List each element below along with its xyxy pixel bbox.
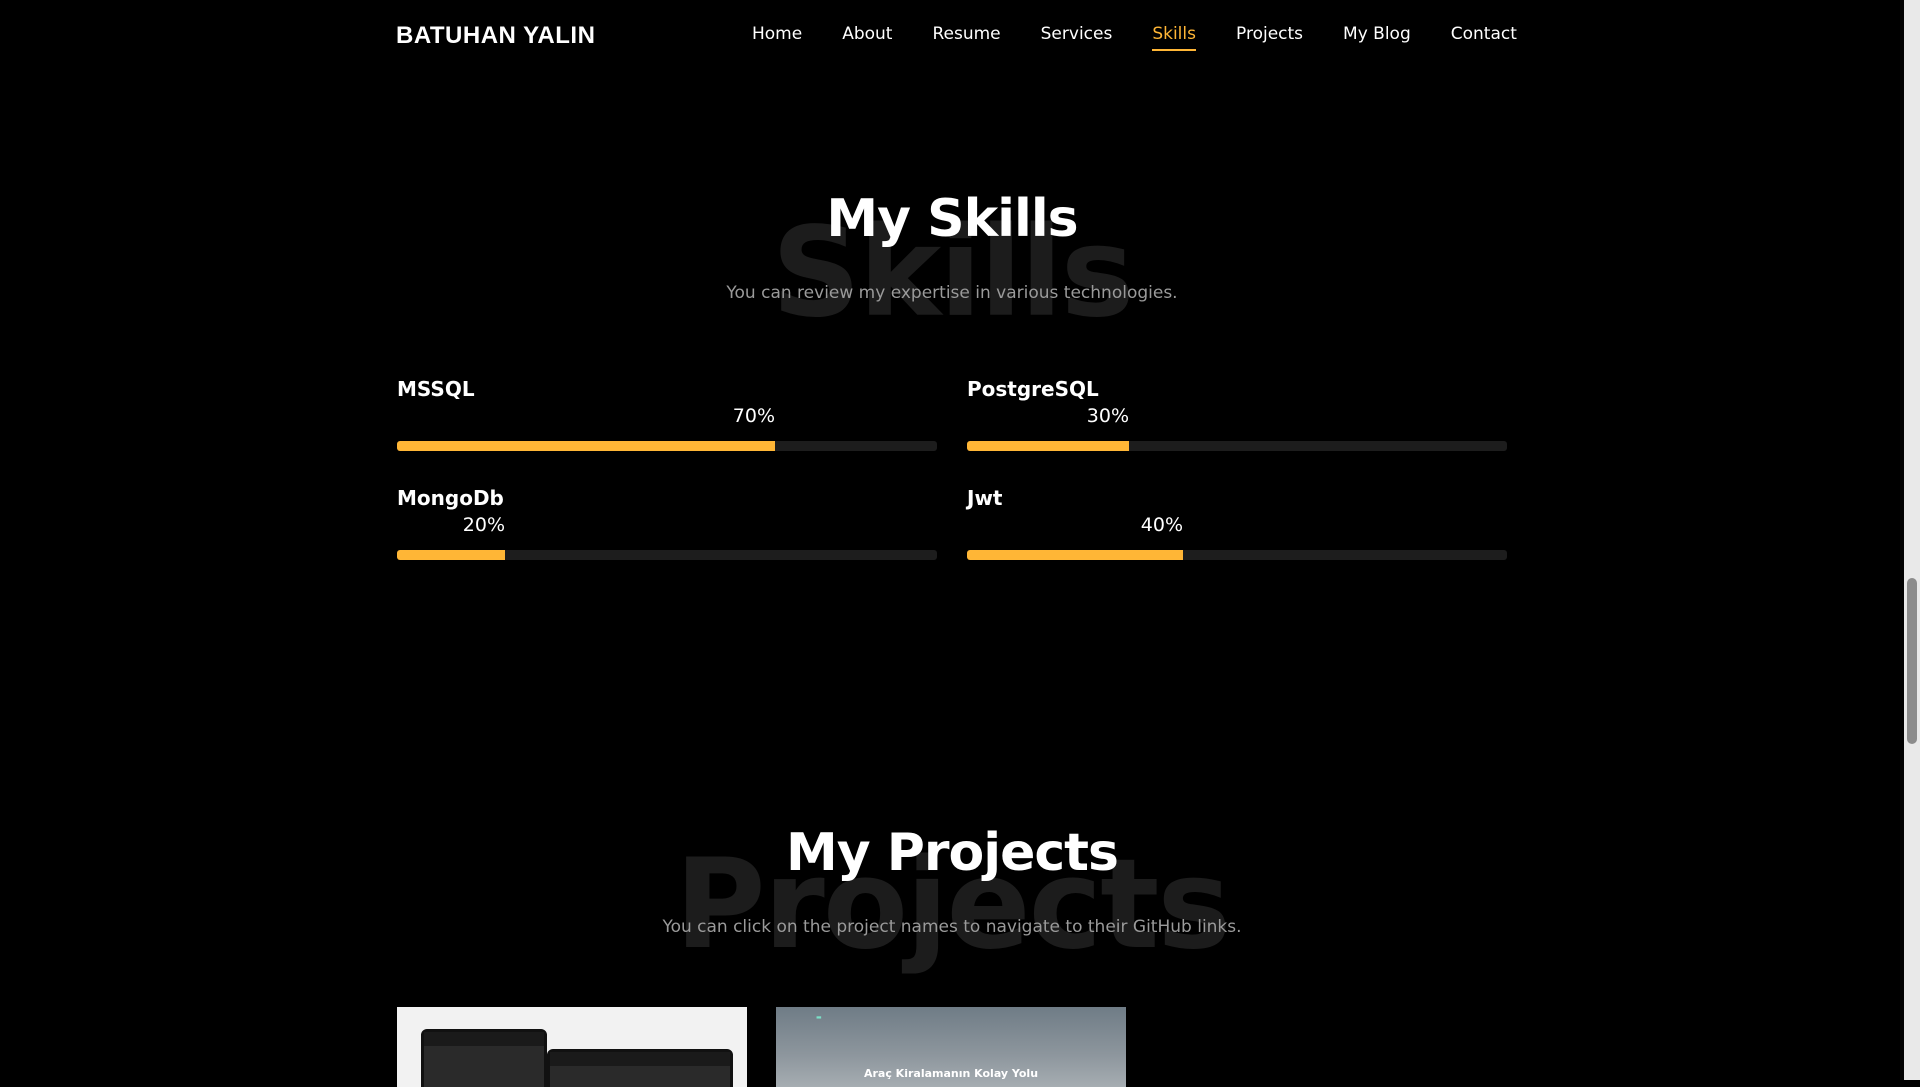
- card-brand-mark: ▬: [816, 1014, 822, 1021]
- project-card[interactable]: ▬ Araç Kiralamanın Kolay Yolu: [776, 1007, 1126, 1087]
- monitor-image: [547, 1049, 733, 1087]
- project-card[interactable]: [397, 1007, 747, 1087]
- page-scrollbar[interactable]: [1904, 0, 1920, 1080]
- projects-subtitle: You can click on the project names to na…: [662, 917, 1242, 937]
- projects-title: My Projects: [786, 823, 1119, 883]
- monitor-image: [421, 1029, 547, 1087]
- card-title: Araç Kiralamanın Kolay Yolu: [863, 1067, 1039, 1080]
- scrollbar-thumb[interactable]: [1907, 578, 1917, 744]
- projects-heading: Projects My Projects You can click on th…: [0, 0, 1904, 1000]
